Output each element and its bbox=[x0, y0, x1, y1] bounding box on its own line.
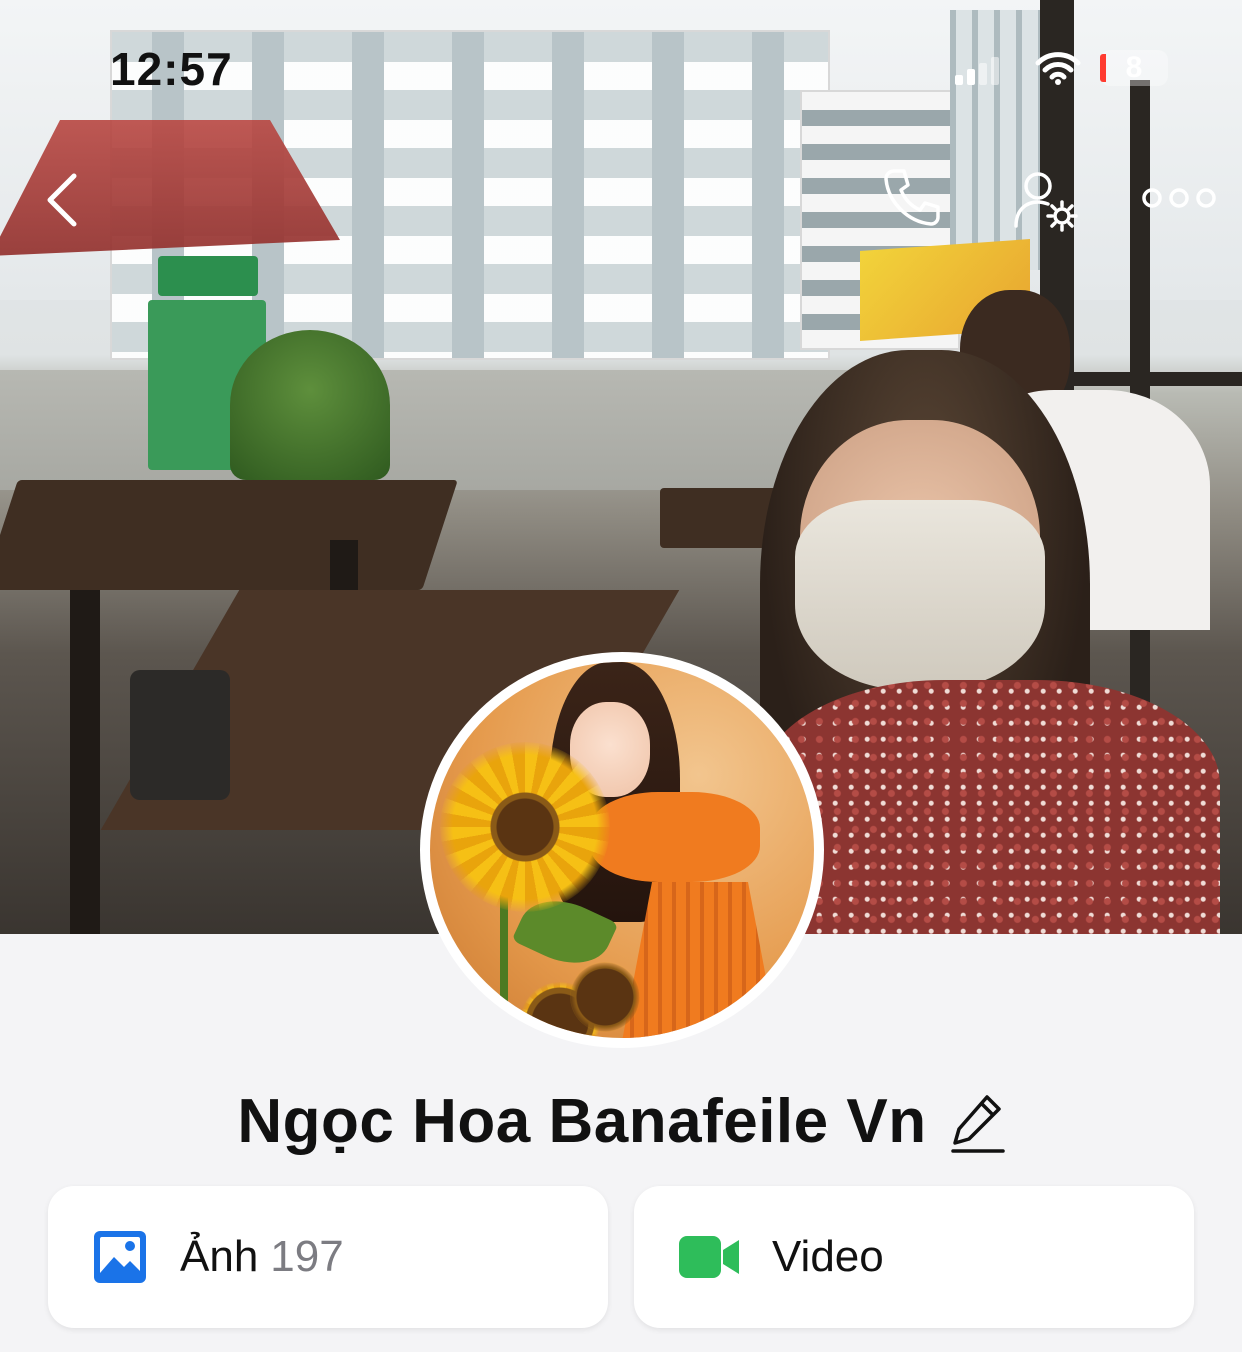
pencil-icon[interactable] bbox=[949, 1091, 1005, 1153]
cover-girl-dress bbox=[760, 680, 1220, 934]
cover-plant bbox=[230, 330, 390, 480]
status-time: 12:57 bbox=[110, 43, 233, 95]
avatar-image bbox=[430, 662, 814, 1038]
avatar-sunflower-stem bbox=[500, 892, 508, 1038]
cellular-signal-icon bbox=[955, 57, 999, 85]
wifi-icon bbox=[1035, 52, 1081, 85]
avatar[interactable] bbox=[420, 652, 824, 1048]
image-icon bbox=[94, 1231, 146, 1283]
status-bar: 12:57 8 bbox=[0, 0, 1242, 110]
chevron-left-icon[interactable] bbox=[38, 170, 88, 230]
cover-table bbox=[0, 480, 458, 590]
videos-button[interactable]: Video bbox=[634, 1186, 1194, 1328]
video-camera-icon bbox=[679, 1236, 739, 1278]
battery-low-level bbox=[1100, 54, 1106, 82]
profile-screen: 12:57 8 Ngọc Hoa Banafeile Vn Ảnh 197 Vi… bbox=[0, 0, 1242, 1352]
cover-sign bbox=[158, 256, 258, 296]
avatar-sunflower-small bbox=[570, 962, 640, 1032]
videos-label: Video bbox=[772, 1232, 884, 1281]
user-settings-icon[interactable] bbox=[1012, 168, 1080, 234]
avatar-sunflower bbox=[440, 742, 610, 912]
photos-label: Ảnh bbox=[180, 1232, 259, 1281]
profile-name: Ngọc Hoa Banafeile Vn bbox=[237, 1087, 927, 1156]
profile-name-row: Ngọc Hoa Banafeile Vn bbox=[0, 1086, 1242, 1166]
cover-girl-mask bbox=[795, 500, 1045, 690]
battery-level: 8 bbox=[1125, 51, 1143, 84]
more-icon[interactable] bbox=[1140, 178, 1218, 218]
battery-indicator: 8 bbox=[1100, 50, 1168, 86]
cover-trash-bin bbox=[130, 670, 230, 800]
phone-icon[interactable] bbox=[880, 165, 944, 229]
avatar-dress-top bbox=[590, 792, 760, 882]
photos-button[interactable]: Ảnh 197 bbox=[48, 1186, 608, 1328]
cover-table-leg bbox=[70, 590, 100, 934]
photos-count: 197 bbox=[270, 1232, 344, 1281]
cover-road bbox=[0, 370, 900, 490]
